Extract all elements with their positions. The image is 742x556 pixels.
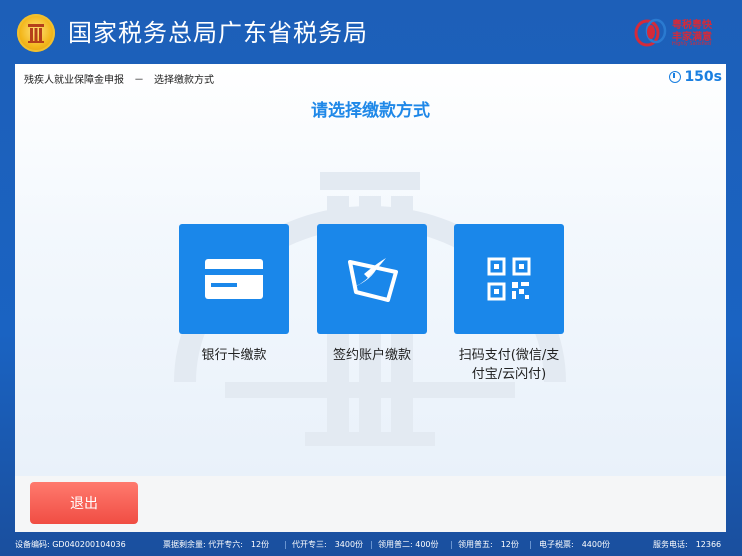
header-bar: 国家税务总局广东省税务局 粤税粤快 丰家满意 Highly Satisfied [0, 0, 742, 64]
lyp5-count: 领用普五: 12份 [458, 540, 519, 549]
device-code: 设备编码: GD040200104036 [15, 540, 126, 549]
brand-logo: 粤税粤快 丰家满意 Highly Satisfied [634, 14, 726, 52]
bank-card-tile[interactable] [179, 224, 289, 334]
clock-icon [669, 71, 682, 83]
timer-value: 150s [684, 69, 722, 85]
divider: | [450, 540, 453, 549]
option-label: 扫码支付(微信/支 付宝/云闪付) [454, 346, 564, 384]
remaining-tickets: 票据剩余量: 代开专六: 12份 [163, 540, 270, 549]
countdown-timer: 150s [669, 68, 722, 86]
brand-swirl-icon [634, 18, 667, 47]
service-hotline: 服务电话: 12366 [653, 540, 722, 549]
tax-emblem-logo [17, 14, 55, 52]
divider: | [370, 540, 373, 549]
option-label: 银行卡缴款 [201, 348, 267, 363]
option-label-line: 付宝/云闪付) [471, 367, 547, 382]
main-panel: 残疾人就业保障金申报 － 选择缴款方式 150s 请选择缴款方式 银行卡缴款 签… [15, 64, 726, 476]
qr-code-icon [487, 257, 531, 301]
action-bar: 退出 [15, 476, 726, 532]
exit-button[interactable]: 退出 [30, 482, 138, 524]
breadcrumb: 残疾人就业保障金申报 － 选择缴款方式 [24, 75, 214, 86]
brand-line-3: Highly Satisfied [672, 41, 712, 47]
option-bank-card[interactable]: 银行卡缴款 [179, 224, 289, 365]
etax-count: 电子税票: 4400份 [539, 540, 611, 549]
divider: | [284, 540, 287, 549]
signed-account-tile[interactable] [317, 224, 427, 334]
agency-name: 国家税务总局广东省税务局 [68, 19, 368, 47]
option-label: 签约账户缴款 [332, 348, 411, 363]
option-qr-pay[interactable]: 扫码支付(微信/支 付宝/云闪付) [454, 224, 564, 384]
option-label-line: 扫码支付(微信/支 [458, 348, 560, 363]
signed-account-icon [348, 258, 398, 302]
divider: | [529, 540, 532, 549]
lyp2-count: 领用普二: 400份 [378, 540, 439, 549]
dz3-count: 代开专三: 3400份 [292, 540, 364, 549]
qr-pay-tile[interactable] [454, 224, 564, 334]
bank-card-icon [205, 259, 263, 299]
option-signed-account[interactable]: 签约账户缴款 [317, 224, 427, 365]
status-footer: 设备编码: GD040200104036 票据剩余量: 代开专六: 12份 | … [15, 537, 726, 553]
page-title: 请选择缴款方式 [311, 101, 430, 121]
